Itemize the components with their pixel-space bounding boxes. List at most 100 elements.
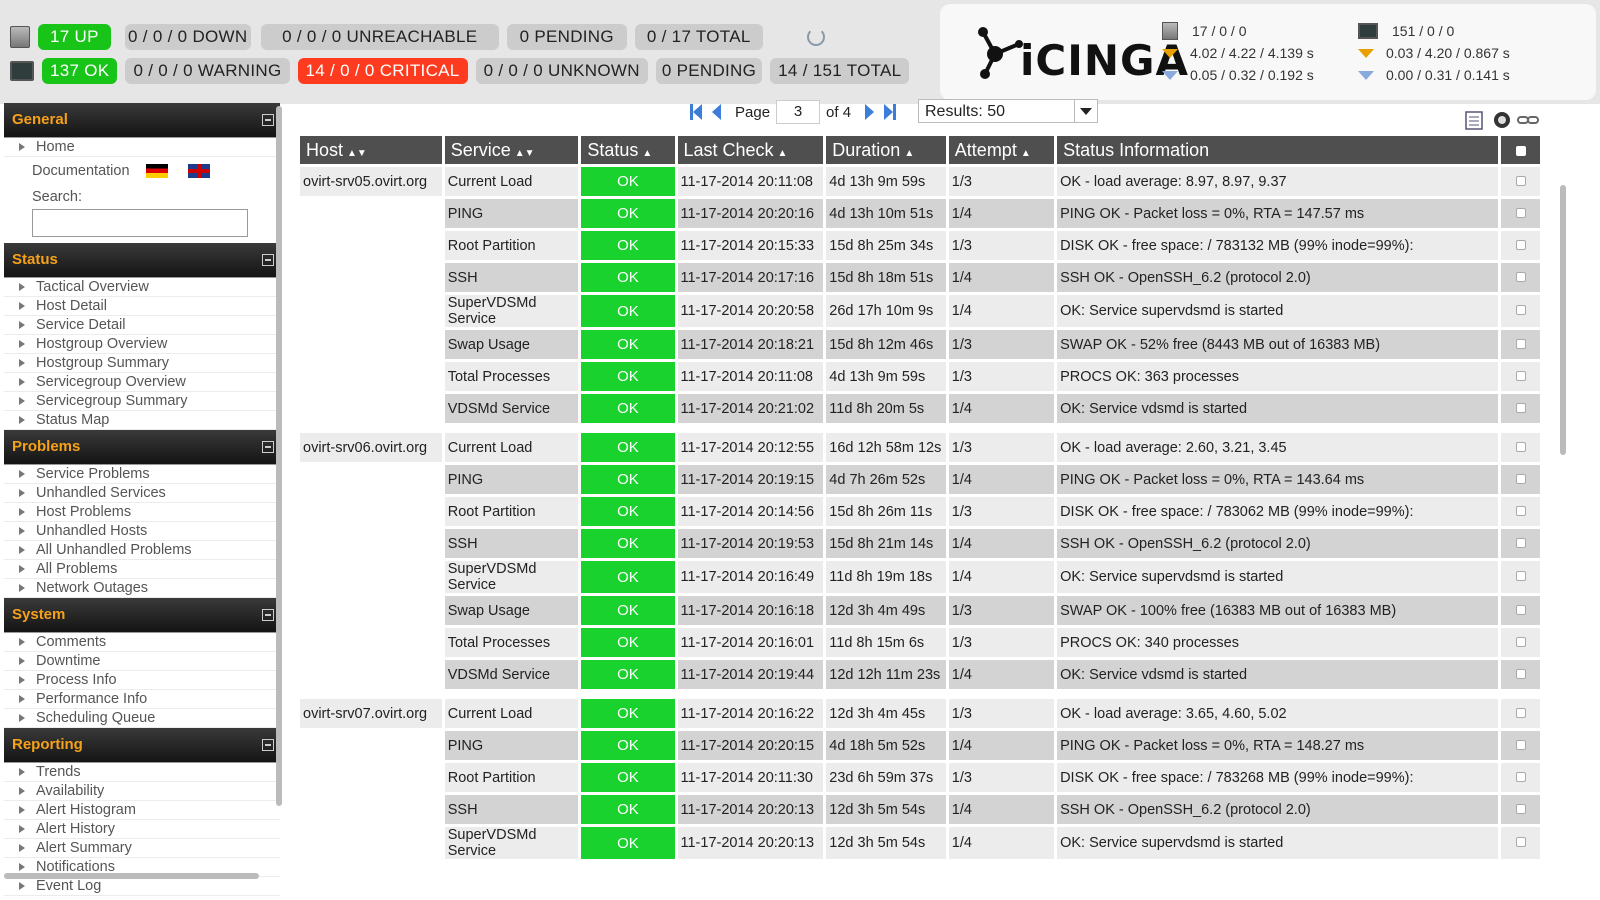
row-checkbox[interactable] (1501, 561, 1540, 593)
section-status[interactable]: Status (4, 243, 280, 278)
service-link[interactable]: PING (444, 465, 579, 494)
sidebar-scrollbar[interactable] (276, 106, 282, 806)
collapse-icon[interactable] (262, 739, 274, 751)
services-pending-badge[interactable]: 0 PENDING (655, 58, 763, 84)
service-link[interactable]: SSH (444, 529, 579, 558)
row-checkbox[interactable] (1501, 596, 1540, 625)
service-link[interactable]: Swap Usage (444, 596, 579, 625)
column-duration[interactable]: Duration ▲ (826, 136, 946, 164)
sidebar-item-event-log[interactable]: Event Log (4, 877, 280, 896)
row-checkbox[interactable] (1501, 330, 1540, 359)
export-icon[interactable] (1464, 110, 1484, 130)
horizontal-scrollbar[interactable] (4, 873, 259, 879)
sidebar-item-scheduling-queue[interactable]: Scheduling Queue (4, 709, 280, 728)
service-link[interactable]: Current Load (444, 699, 579, 728)
service-link[interactable]: SuperVDSMd Service (444, 827, 579, 859)
collapse-icon[interactable] (262, 609, 274, 621)
collapse-icon[interactable] (262, 441, 274, 453)
section-system[interactable]: System (4, 598, 280, 633)
link-icon[interactable] (1516, 110, 1540, 130)
service-link[interactable]: VDSMd Service (444, 394, 579, 423)
column-service[interactable]: Service ▲▼ (444, 136, 579, 164)
row-checkbox[interactable] (1501, 827, 1540, 859)
prev-page-icon[interactable] (712, 104, 721, 120)
sidebar-item-all-unhandled-problems[interactable]: All Unhandled Problems (4, 541, 280, 560)
hosts-up-badge[interactable]: 17 UP (38, 24, 111, 50)
service-link[interactable]: Total Processes (444, 628, 579, 657)
service-link[interactable]: Root Partition (444, 497, 579, 526)
sidebar-item-hostgroup-overview[interactable]: Hostgroup Overview (4, 335, 280, 354)
collapse-icon[interactable] (262, 254, 274, 266)
column-attempt[interactable]: Attempt ▲ (948, 136, 1055, 164)
sidebar-item-unhandled-hosts[interactable]: Unhandled Hosts (4, 522, 280, 541)
service-link[interactable]: PING (444, 731, 579, 760)
service-link[interactable]: PING (444, 199, 579, 228)
sidebar-item-home[interactable]: Home (4, 138, 280, 157)
sidebar-item-performance-info[interactable]: Performance Info (4, 690, 280, 709)
sidebar-item-trends[interactable]: Trends (4, 763, 280, 782)
service-link[interactable]: VDSMd Service (444, 660, 579, 689)
service-link[interactable]: Current Load (444, 433, 579, 462)
host-link[interactable]: ovirt-srv07.ovirt.org (300, 699, 442, 728)
hosts-unreachable-badge[interactable]: 0 / 0 / 0 UNREACHABLE (260, 24, 499, 50)
select-all-checkbox[interactable] (1501, 136, 1540, 164)
row-checkbox[interactable] (1501, 660, 1540, 689)
service-link[interactable]: Root Partition (444, 763, 579, 792)
hosts-total-badge[interactable]: 0 / 17 TOTAL (634, 24, 763, 50)
services-total-badge[interactable]: 14 / 151 TOTAL (770, 58, 910, 84)
hosts-down-badge[interactable]: 0 / 0 / 0 DOWN (124, 24, 251, 50)
row-checkbox[interactable] (1501, 731, 1540, 760)
page-input[interactable]: 3 (776, 100, 821, 124)
host-link[interactable]: ovirt-srv05.ovirt.org (300, 167, 442, 196)
column-last-check[interactable]: Last Check ▲ (677, 136, 824, 164)
row-checkbox[interactable] (1501, 699, 1540, 728)
row-checkbox[interactable] (1501, 167, 1540, 196)
service-link[interactable]: Swap Usage (444, 330, 579, 359)
first-page-icon[interactable] (690, 104, 702, 120)
uk-flag-icon[interactable] (187, 164, 210, 178)
host-link[interactable]: ovirt-srv06.ovirt.org (300, 433, 442, 462)
services-unknown-badge[interactable]: 0 / 0 / 0 UNKNOWN (475, 58, 648, 84)
sidebar-item-host-problems[interactable]: Host Problems (4, 503, 280, 522)
row-checkbox[interactable] (1501, 199, 1540, 228)
sidebar-item-comments[interactable]: Comments (4, 633, 280, 652)
column-host[interactable]: Host ▲▼ (300, 136, 442, 164)
services-ok-badge[interactable]: 137 OK (42, 58, 118, 84)
sidebar-item-availability[interactable]: Availability (4, 782, 280, 801)
german-flag-icon[interactable] (145, 164, 168, 178)
section-general[interactable]: General (4, 103, 280, 138)
service-link[interactable]: SuperVDSMd Service (444, 295, 579, 327)
sidebar-item-unhandled-services[interactable]: Unhandled Services (4, 484, 280, 503)
service-link[interactable]: Current Load (444, 167, 579, 196)
row-checkbox[interactable] (1501, 263, 1540, 292)
row-checkbox[interactable] (1501, 763, 1540, 792)
section-problems[interactable]: Problems (4, 430, 280, 465)
row-checkbox[interactable] (1501, 795, 1540, 824)
row-checkbox[interactable] (1501, 529, 1540, 558)
sidebar-item-host-detail[interactable]: Host Detail (4, 297, 280, 316)
settings-circle-icon[interactable] (1492, 110, 1512, 130)
next-page-icon[interactable] (865, 104, 875, 120)
row-checkbox[interactable] (1501, 497, 1540, 526)
row-checkbox[interactable] (1501, 433, 1540, 462)
section-reporting[interactable]: Reporting (4, 728, 280, 763)
service-link[interactable]: SSH (444, 795, 579, 824)
search-input[interactable] (32, 209, 248, 237)
service-link[interactable]: SSH (444, 263, 579, 292)
row-checkbox[interactable] (1501, 394, 1540, 423)
sidebar-item-network-outages[interactable]: Network Outages (4, 579, 280, 598)
sidebar-item-service-detail[interactable]: Service Detail (4, 316, 280, 335)
row-checkbox[interactable] (1501, 231, 1540, 260)
row-checkbox[interactable] (1501, 295, 1540, 327)
sidebar-item-status-map[interactable]: Status Map (4, 411, 280, 430)
sidebar-item-alert-history[interactable]: Alert History (4, 820, 280, 839)
sidebar-item-tactical-overview[interactable]: Tactical Overview (4, 278, 280, 297)
services-warning-badge[interactable]: 0 / 0 / 0 WARNING (125, 58, 290, 84)
services-critical-badge[interactable]: 14 / 0 / 0 CRITICAL (297, 58, 468, 84)
hosts-pending-badge[interactable]: 0 PENDING (506, 24, 627, 50)
last-page-icon[interactable] (884, 104, 897, 120)
collapse-icon[interactable] (262, 114, 274, 126)
main-scrollbar[interactable] (1560, 185, 1566, 455)
column-status[interactable]: Status ▲ (581, 136, 675, 164)
sidebar-item-all-problems[interactable]: All Problems (4, 560, 280, 579)
